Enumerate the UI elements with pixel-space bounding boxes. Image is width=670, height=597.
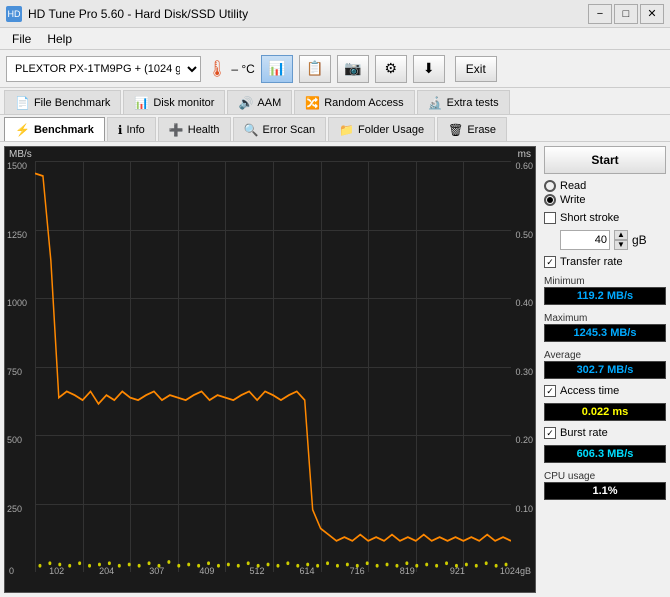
cpu-usage-section: CPU usage 1.1%	[544, 469, 666, 500]
short-stroke-unit: gB	[632, 233, 647, 247]
chart-svg	[35, 161, 511, 572]
access-time-box: ✓	[544, 385, 556, 397]
spin-up-arrow[interactable]: ▲	[614, 230, 628, 240]
cpu-usage-label: CPU usage	[544, 471, 666, 482]
menu-help[interactable]: Help	[39, 30, 80, 48]
maximum-section: Maximum 1245.3 MB/s	[544, 311, 666, 342]
average-section: Average 302.7 MB/s	[544, 348, 666, 379]
x-axis: 0 102 204 307 409 512 614 716 819 921 10…	[5, 566, 535, 576]
transfer-rate-checkbox[interactable]: ✓ Transfer rate	[544, 256, 666, 268]
access-time-checkbox[interactable]: ✓ Access time	[544, 385, 666, 397]
burst-rate-checkbox[interactable]: ✓ Burst rate	[544, 427, 666, 439]
write-radio[interactable]: Write	[544, 194, 666, 206]
exit-button[interactable]: Exit	[455, 56, 497, 82]
thermometer-icon: 🌡	[207, 59, 227, 79]
tab-random-access[interactable]: 🔀 Random Access	[294, 90, 414, 114]
spin-down-arrow[interactable]: ▼	[614, 240, 628, 250]
chart-y-right-label: ms	[518, 149, 531, 160]
chart-y-label: MB/s	[9, 149, 32, 160]
short-stroke-value-row: ▲ ▼ gB	[560, 230, 666, 250]
window-title: HD Tune Pro 5.60 - Hard Disk/SSD Utility	[28, 7, 248, 21]
temp-display: 🌡 – °C	[207, 59, 255, 79]
short-stroke-spinner: ▲ ▼	[614, 230, 628, 250]
main-content: MB/s ms	[0, 142, 670, 597]
title-bar: HD HD Tune Pro 5.60 - Hard Disk/SSD Util…	[0, 0, 670, 28]
minimum-value: 119.2 MB/s	[544, 287, 666, 305]
right-panel: Start Read Write Short stroke ▲ ▼ gB ✓	[540, 142, 670, 597]
minimum-label: Minimum	[544, 276, 666, 287]
screenshot-toolbar-btn[interactable]: 📷	[337, 55, 369, 83]
read-radio[interactable]: Read	[544, 180, 666, 192]
minimum-section: Minimum 119.2 MB/s	[544, 274, 666, 305]
minimize-button[interactable]: −	[588, 4, 612, 24]
erase-icon: 🗑	[448, 123, 463, 137]
average-label: Average	[544, 350, 666, 361]
file-benchmark-icon: 📄	[15, 96, 30, 110]
tab-info[interactable]: ℹ Info	[107, 117, 156, 141]
read-write-group: Read Write	[544, 180, 666, 206]
tab-folder-usage[interactable]: 📁 Folder Usage	[328, 117, 435, 141]
download-toolbar-btn[interactable]: ⬇	[413, 55, 445, 83]
toolbar: PLEXTOR PX-1TM9PG + (1024 gB) 🌡 – °C 📊 📋…	[0, 50, 670, 88]
window-controls: − □ ✕	[588, 4, 664, 24]
close-button[interactable]: ✕	[640, 4, 664, 24]
write-radio-circle	[544, 194, 556, 206]
maximize-button[interactable]: □	[614, 4, 638, 24]
access-time-value: 0.022 ms	[544, 403, 666, 421]
folder-usage-icon: 📁	[339, 123, 354, 137]
start-button[interactable]: Start	[544, 146, 666, 174]
aam-icon: 🔊	[238, 96, 253, 110]
burst-rate-box: ✓	[544, 427, 556, 439]
burst-rate-value: 606.3 MB/s	[544, 445, 666, 463]
y-axis-right: 0.60 0.50 0.40 0.30 0.20 0.10	[515, 161, 533, 572]
disk-monitor-icon: 📊	[134, 96, 149, 110]
tab-erase[interactable]: 🗑 Erase	[437, 117, 507, 141]
health-icon: ➕	[169, 123, 184, 137]
tabs-row2: ⚡ Benchmark ℹ Info ➕ Health 🔍 Error Scan…	[0, 115, 670, 142]
menu-bar: File Help	[0, 28, 670, 50]
maximum-label: Maximum	[544, 313, 666, 324]
maximum-value: 1245.3 MB/s	[544, 324, 666, 342]
y-axis-left: 1500 1250 1000 750 500 250	[7, 161, 27, 572]
short-stroke-box	[544, 212, 556, 224]
info-icon: ℹ	[118, 123, 123, 137]
app-icon: HD	[6, 6, 22, 22]
temp-value: – °C	[231, 62, 254, 76]
device-select[interactable]: PLEXTOR PX-1TM9PG + (1024 gB)	[6, 56, 201, 82]
transfer-rate-box: ✓	[544, 256, 556, 268]
short-stroke-input[interactable]	[560, 230, 610, 250]
random-access-icon: 🔀	[305, 96, 320, 110]
tab-extra-tests[interactable]: 🔬 Extra tests	[417, 90, 510, 114]
menu-file[interactable]: File	[4, 30, 39, 48]
tabs-row1: 📄 File Benchmark 📊 Disk monitor 🔊 AAM 🔀 …	[0, 88, 670, 115]
read-radio-circle	[544, 180, 556, 192]
benchmark-toolbar-btn[interactable]: 📊	[261, 55, 293, 83]
tab-disk-monitor[interactable]: 📊 Disk monitor	[123, 90, 225, 114]
tab-file-benchmark[interactable]: 📄 File Benchmark	[4, 90, 121, 114]
average-value: 302.7 MB/s	[544, 361, 666, 379]
short-stroke-checkbox[interactable]: Short stroke	[544, 212, 666, 224]
error-scan-icon: 🔍	[244, 123, 259, 137]
benchmark-icon: ⚡	[15, 123, 30, 137]
tab-health[interactable]: ➕ Health	[158, 117, 231, 141]
info-toolbar-btn[interactable]: 📋	[299, 55, 331, 83]
tab-benchmark[interactable]: ⚡ Benchmark	[4, 117, 105, 141]
settings-toolbar-btn[interactable]: ⚙	[375, 55, 407, 83]
chart-area: MB/s ms	[4, 146, 536, 593]
extra-tests-icon: 🔬	[428, 96, 443, 110]
cpu-usage-value: 1.1%	[544, 482, 666, 500]
tab-error-scan[interactable]: 🔍 Error Scan	[233, 117, 327, 141]
tab-aam[interactable]: 🔊 AAM	[227, 90, 292, 114]
